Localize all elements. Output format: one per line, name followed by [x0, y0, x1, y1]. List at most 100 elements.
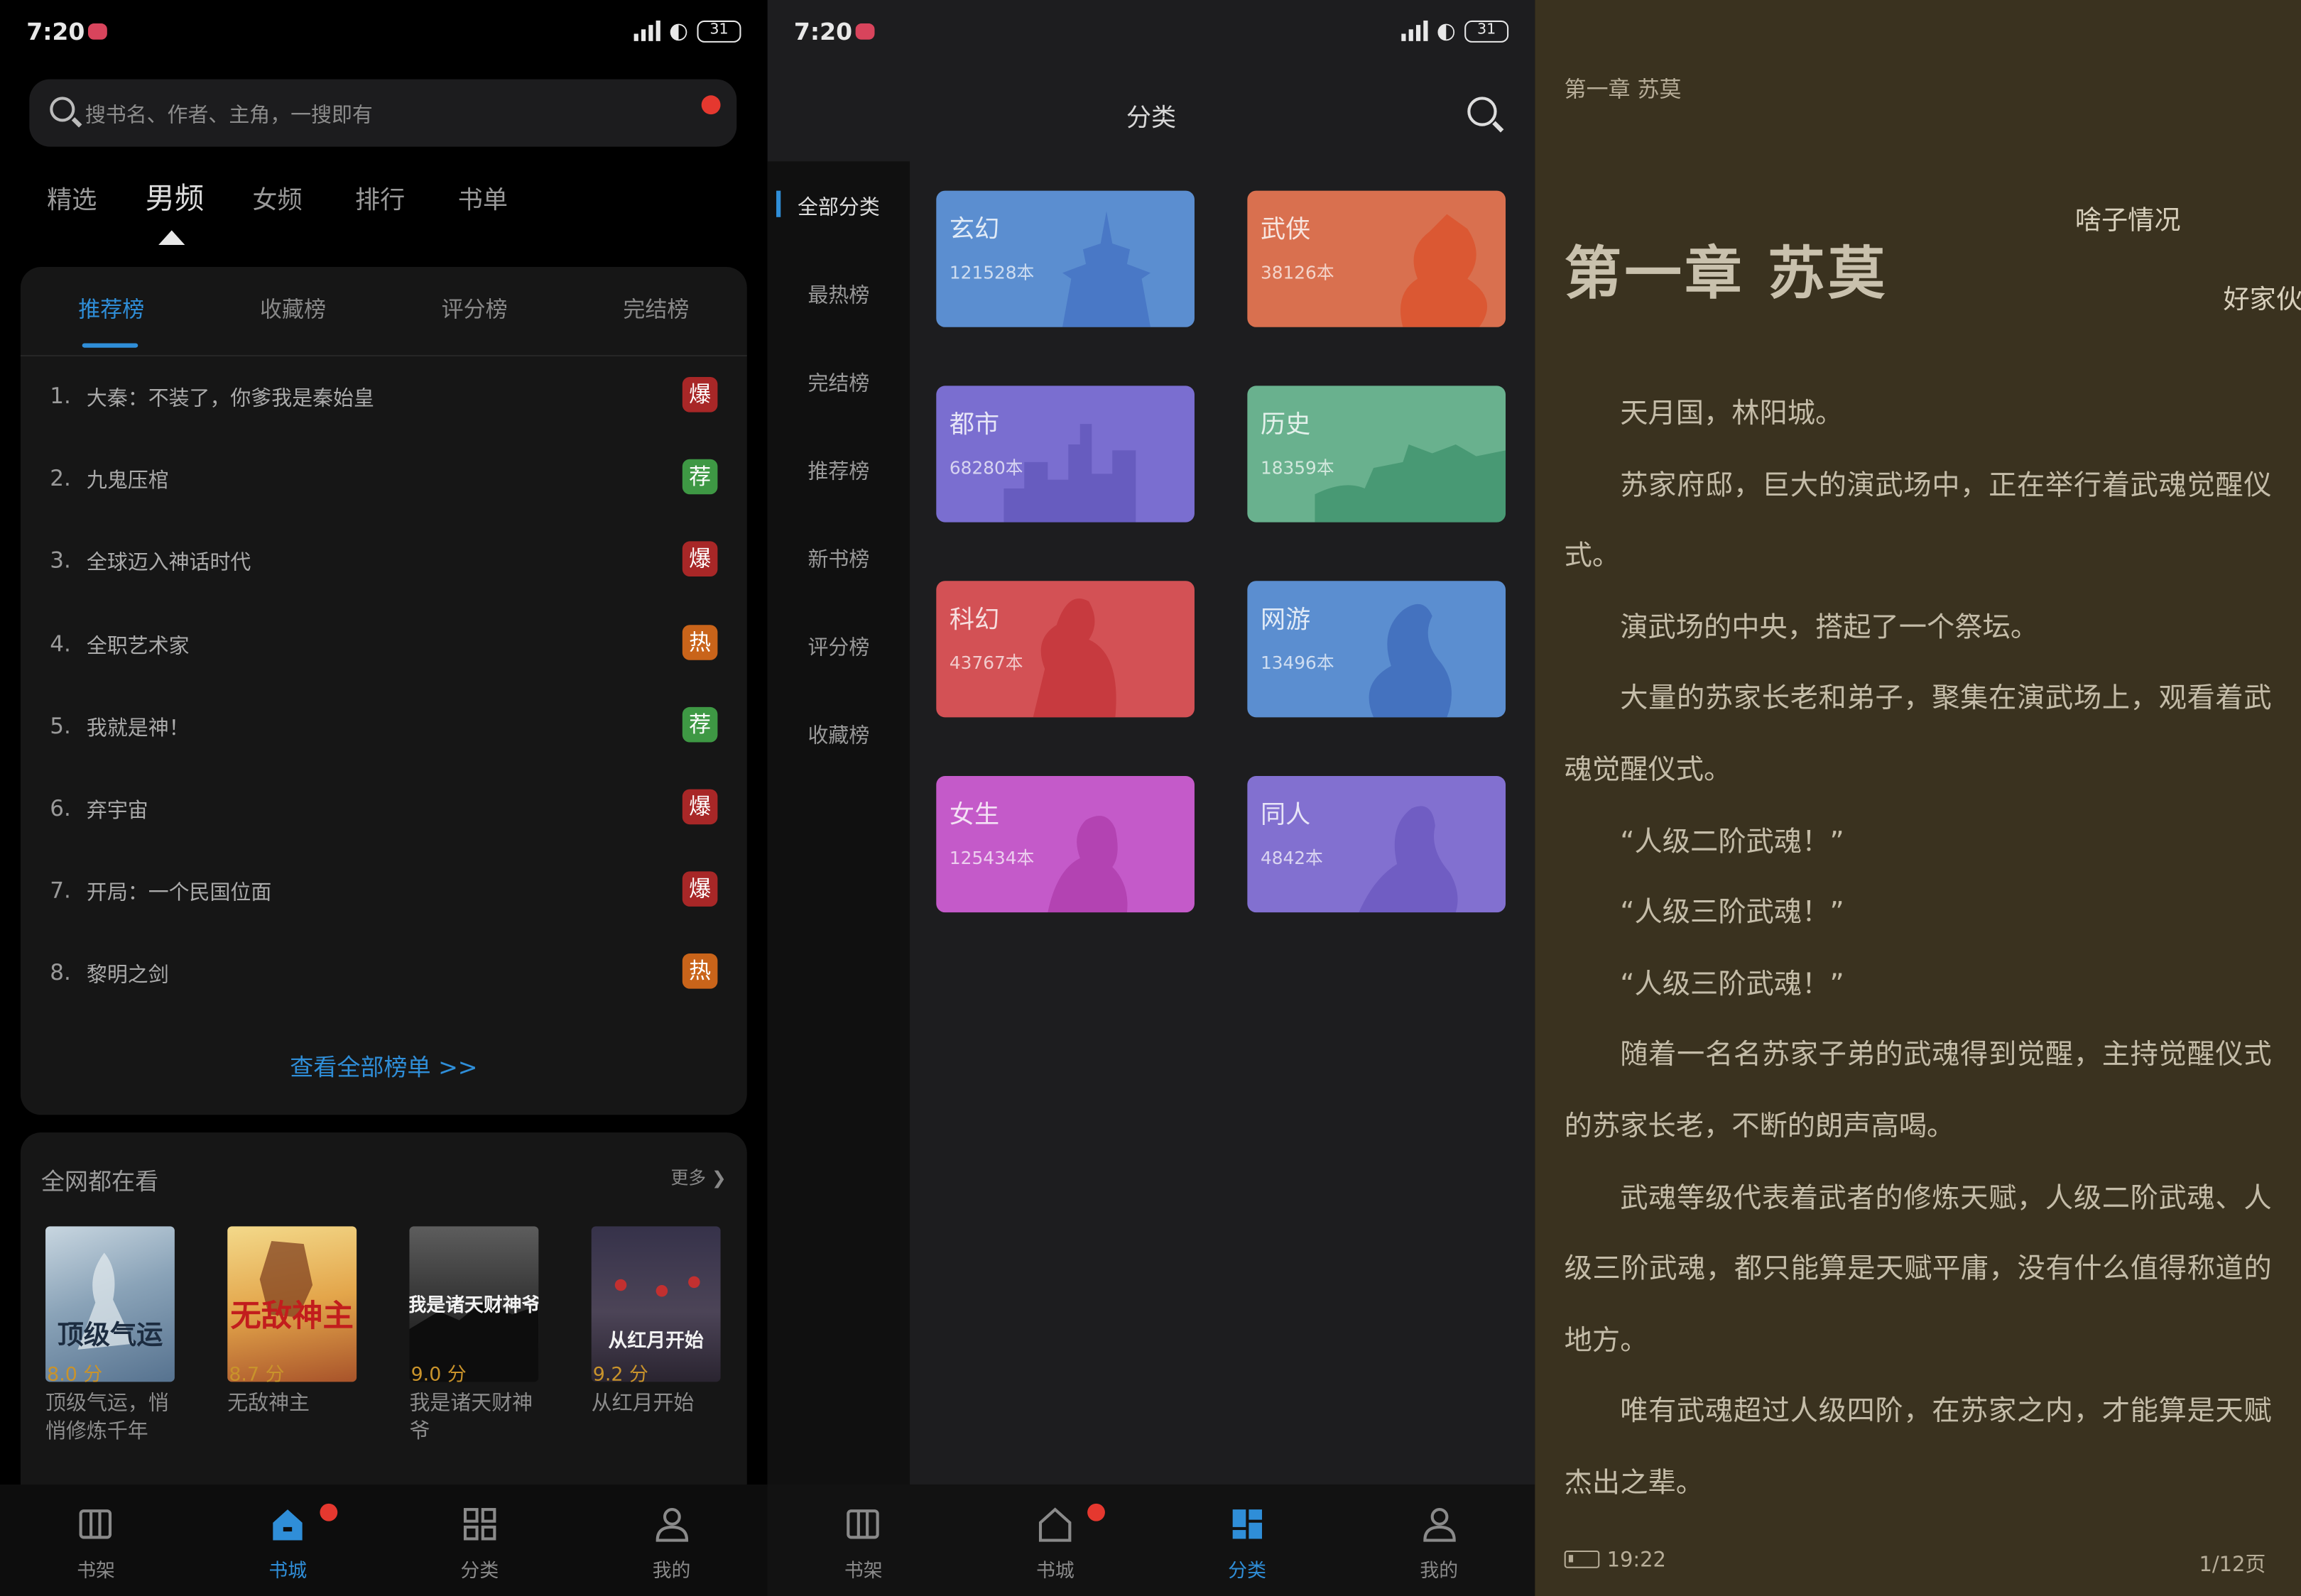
search-bar[interactable]: 搜书名、作者、主角，一搜即有: [29, 79, 737, 147]
nav-bookshelf[interactable]: 书架: [768, 1485, 959, 1596]
search-icon[interactable]: [1467, 97, 1497, 126]
category-count: 4842本: [1260, 848, 1323, 869]
cover-text: 无敌神主: [230, 1299, 354, 1334]
bookshelf-icon: [80, 1509, 112, 1539]
rank-tab-favorite[interactable]: 收藏榜: [202, 293, 384, 324]
nav-profile[interactable]: 我的: [1343, 1485, 1535, 1596]
category-card[interactable]: 同人 4842本: [1247, 776, 1506, 913]
nav-category[interactable]: 分类: [384, 1485, 575, 1596]
book-item[interactable]: 从红月开始 从红月开始: [591, 1226, 724, 1419]
book-score: 9.2 分: [592, 1364, 648, 1387]
category-card[interactable]: 女生 125434本: [936, 776, 1195, 913]
tab-indicator: [158, 230, 185, 246]
category-count: 121528本: [949, 262, 1035, 283]
category-card[interactable]: 历史 18359本: [1247, 386, 1506, 523]
tab-ranking[interactable]: 排行: [329, 179, 432, 217]
nav-label: 我的: [1420, 1561, 1459, 1583]
tab-booklist[interactable]: 书单: [431, 179, 534, 217]
notification-dot: [701, 95, 721, 115]
nav-bookstore[interactable]: 书城: [959, 1485, 1151, 1596]
rank-tab-recommend[interactable]: 推荐榜: [21, 293, 202, 324]
nav-category[interactable]: 分类: [1151, 1485, 1343, 1596]
rank-tab-finished[interactable]: 完结榜: [565, 293, 747, 324]
grid-icon: [463, 1508, 496, 1541]
status-time: 7:20: [26, 17, 85, 46]
bookshelf-icon: [847, 1509, 880, 1539]
chapter-header: 第一章 苏莫: [1564, 76, 1682, 103]
sidebar-item-finished[interactable]: 完结榜: [768, 368, 910, 398]
book-score: 9.0 分: [410, 1364, 467, 1387]
more-label: 更多: [670, 1167, 707, 1188]
page-indicator: 1/12页: [2199, 1553, 2266, 1578]
book-item[interactable]: 无敌神主 无敌神主: [227, 1226, 359, 1419]
category-name: 历史: [1260, 410, 1311, 440]
book-title: 从红月开始: [591, 1392, 695, 1416]
category-card[interactable]: 网游 13496本: [1247, 581, 1506, 718]
paragraph: “人级三阶武魂！”: [1620, 968, 1844, 1000]
rank-title: 九鬼压棺: [86, 469, 169, 493]
tab-male[interactable]: 男频: [124, 175, 227, 217]
reader-screen[interactable]: 第一章 苏莫 第一章 苏莫 啥子情况 好家伙 天月国，林阳城。 苏家府邸，巨大的演…: [1535, 0, 2301, 1596]
category-card[interactable]: 都市 68280本: [936, 386, 1195, 523]
book-score: 8.7 分: [229, 1364, 285, 1387]
sidebar-item-score[interactable]: 评分榜: [768, 633, 910, 662]
rank-row[interactable]: 5. 我就是神！ 荐: [50, 704, 718, 748]
book-item[interactable]: 顶级气运 顶级气运，悄悄修炼千年: [45, 1226, 178, 1446]
category-card[interactable]: 武侠 38126本: [1247, 190, 1506, 327]
sidebar-item-favorite[interactable]: 收藏榜: [768, 721, 910, 750]
cover-text: 顶级气运: [58, 1319, 163, 1350]
rank-badge: 爆: [682, 871, 718, 907]
danmaku-comment: 啥子情况: [2074, 205, 2181, 236]
user-icon: [655, 1508, 688, 1542]
rank-row[interactable]: 4. 全职艺术家 热: [50, 621, 718, 665]
rank-row[interactable]: 1. 大秦：不装了，你爹我是秦始皇 爆: [50, 374, 718, 418]
paragraph: 苏家府邸，巨大的演武场中，正在举行着武魂觉醒仪式。: [1564, 469, 2272, 573]
nav-bookstore[interactable]: 书城: [192, 1485, 384, 1596]
rank-row[interactable]: 8. 黎明之剑 热: [50, 951, 718, 995]
popular-title: 全网都在看: [40, 1167, 159, 1196]
nav-profile[interactable]: 我的: [576, 1485, 768, 1596]
rank-badge: 荐: [682, 706, 718, 743]
rank-badge: 爆: [682, 542, 718, 577]
nav-bookshelf[interactable]: 书架: [0, 1485, 192, 1596]
sidebar-item-all[interactable]: 全部分类: [768, 192, 910, 222]
category-name: 武侠: [1260, 215, 1311, 246]
sidebar-item-recommend[interactable]: 推荐榜: [768, 457, 910, 486]
rank-tab-underline: [82, 343, 138, 348]
category-card[interactable]: 玄幻 121528本: [936, 190, 1195, 327]
rank-row[interactable]: 3. 全球迈入神话时代 爆: [50, 539, 718, 583]
home-icon: [273, 1509, 303, 1541]
view-all-rank-link[interactable]: 查看全部榜单 >>: [21, 1047, 747, 1083]
sidebar-item-new[interactable]: 新书榜: [768, 545, 910, 574]
rank-number: 1.: [50, 383, 71, 410]
rank-number: 2.: [50, 465, 71, 492]
more-link[interactable]: 更多 ❯: [670, 1165, 726, 1190]
divider: [20, 355, 747, 357]
rank-tab-score[interactable]: 评分榜: [384, 293, 565, 324]
rank-row[interactable]: 7. 开局：一个民国位面 爆: [50, 869, 718, 913]
tab-female[interactable]: 女频: [226, 179, 329, 217]
rank-row[interactable]: 6. 弃宇宙 爆: [50, 786, 718, 830]
rank-title: 全职艺术家: [86, 634, 190, 658]
category-sidebar: 全部分类 最热榜 完结榜 推荐榜 新书榜 评分榜 收藏榜: [767, 161, 910, 1488]
cover-text: 我是诸天财神爷: [409, 1294, 538, 1316]
rank-row[interactable]: 2. 九鬼压棺 荐: [50, 457, 718, 501]
category-illustration: [1033, 598, 1116, 718]
nav-label: 书架: [844, 1561, 883, 1583]
battery-icon: 31: [1464, 19, 1509, 42]
paragraph: 大量的苏家长老和弟子，聚集在演武场上，观看着武魂觉醒仪式。: [1564, 682, 2272, 787]
category-card[interactable]: 科幻 43767本: [936, 581, 1195, 718]
chevron-right-icon: ❯: [712, 1167, 727, 1188]
tab-featured[interactable]: 精选: [21, 179, 124, 217]
reader-time: 19:22: [1606, 1548, 1666, 1573]
rank-title: 黎明之剑: [86, 964, 169, 988]
category-count: 13496本: [1260, 652, 1334, 674]
nav-label: 书城: [268, 1561, 308, 1583]
danmaku-comment: 好家伙: [2223, 284, 2301, 316]
sidebar-item-hot[interactable]: 最热榜: [768, 280, 910, 310]
cover-text: 从红月开始: [608, 1329, 703, 1352]
rank-number: 5.: [50, 712, 71, 739]
book-item[interactable]: 我是诸天财神爷 我是诸天财神爷: [409, 1226, 541, 1446]
nav-label: 分类: [460, 1561, 499, 1583]
wifi-icon: ◐: [1436, 17, 1456, 44]
